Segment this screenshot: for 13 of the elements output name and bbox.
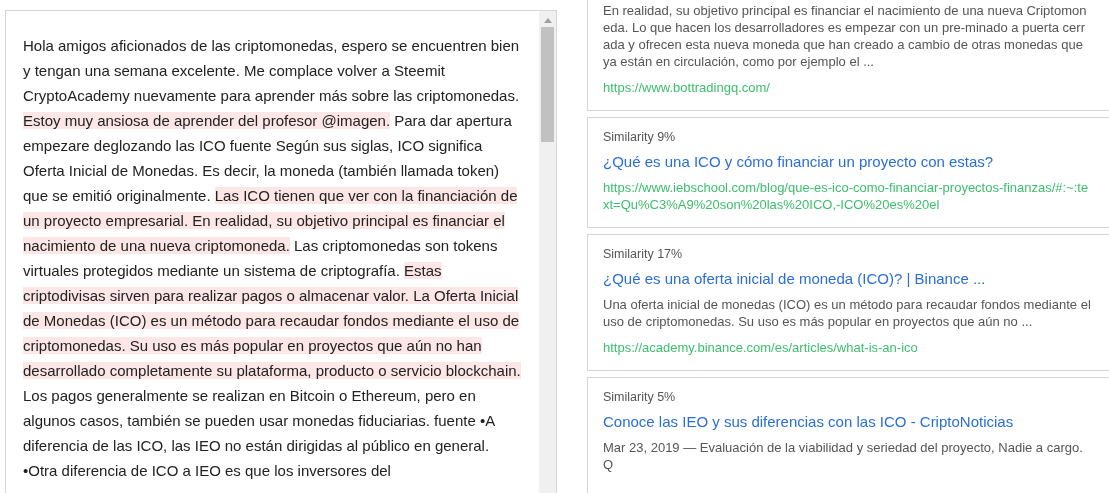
scroll-up-icon[interactable] bbox=[542, 17, 553, 23]
similarity-label: Similarity 9% bbox=[603, 130, 677, 144]
essay-paragraph: Hola amigos aficionados de las criptomonedas, espero se encuentren bien y tengan una semana excelente. Me complace volver a Steemit CryptoAcademy nuevamente para aprender más sobre las criptomonedas. Estoy muy ansiosa de aprender del profesor @imagen. Para dar apertura empezare deglozando las ICO fuente Según sus siglas, ICO significa Oferta Inicial de Monedas. Es decir, la moneda (también llamada token) que se emitió originalmente. Las ICO tienen que ver con la financiación de un proyecto empresarial. En realidad, su objetivo principal es financiar el nacimiento de una nueva criptomoneda. Las criptomonedas son tokens virtuales protegidos mediante un sistema de criptografía. Estas criptodivisas sirven para realizar pagos o almacenar valor. La Oferta Inicial de Monedas (ICO) es un método para recaudar fondos mediante el uso de criptomonedas. Su uso es más popular en proyectos que aún no han desarrollado completamente su plataforma, producto o servicio blockchain. Los pagos generalmente se realizan en Bitcoin o Ethereum, pero en algunos casos, también se pueden usar monedas fiduciarias. fuente •A diferencia de las ICO, las IEO no están dirigidas al público en general. •Otra diferencia de ICO a IEO es que los inversores del bbox=[22, 36, 522, 481]
result-snippet: En realidad, su objetivo principal es financiar el nacimiento de una nueva Criptomoneda. Lo que hacen los desarrolladores es empezar con un pre-minado a puerta cerrada y ofrecen esta nueva moneda que han creado a cambio de otras monedas que ya están en circulación, como por ejemplo el ... bbox=[603, 2, 1088, 70]
result-title-link[interactable]: ¿Qué es una ICO y cómo financiar un proyecto con estas? bbox=[603, 153, 1092, 170]
scrollbar[interactable] bbox=[539, 11, 556, 493]
result-title-link[interactable]: ¿Qué es una oferta inicial de moneda (ICO)? | Binance ... bbox=[603, 270, 1092, 287]
similarity-label: Similarity 5% bbox=[603, 390, 677, 404]
result-snippet: Una oferta inicial de monedas (ICO) es un método para recaudar fondos mediante el uso de criptomonedas. Su uso es más popular en proyectos que aún no ... bbox=[603, 296, 1092, 330]
similarity-label: Similarity 17% bbox=[603, 247, 684, 261]
result-title-link[interactable]: Conoce las IEO y sus diferencias con las ICO - CriptoNoticias bbox=[603, 413, 1092, 430]
result-snippet: Mar 23, 2019 — Evaluación de la viabilidad y seriedad del proyecto, Nadie a cargo. Q bbox=[603, 439, 1084, 473]
scrollbar-thumb[interactable] bbox=[541, 27, 554, 142]
